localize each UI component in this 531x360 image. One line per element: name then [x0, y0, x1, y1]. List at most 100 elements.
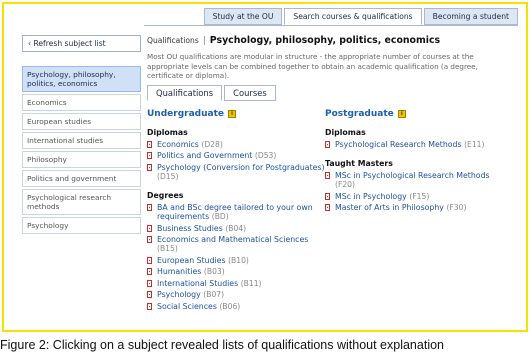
content-tabs: Qualifications Courses: [147, 84, 527, 101]
refresh-subject-list-button[interactable]: ‹ Refresh subject list: [22, 35, 141, 52]
document-icon: [325, 172, 330, 179]
sidebar-item-politics-government[interactable]: Politics and government: [22, 170, 141, 187]
qualification-item: Psychology (B07): [147, 290, 325, 299]
document-icon: [147, 256, 152, 264]
qualification-item: MSc in Psychology (F15): [325, 192, 503, 201]
qualification-code: (F30): [446, 203, 467, 212]
document-icon: [147, 291, 152, 298]
document-icon: [325, 192, 330, 200]
tab-study-at-ou[interactable]: Study at the OU: [203, 8, 283, 25]
subject-sidebar: ‹ Refresh subject list Psychology, philo…: [22, 35, 141, 236]
qualification-code: (B11): [240, 278, 262, 288]
sidebar-item-psychology-philosophy-politics-economics[interactable]: Psychology, philosophy, politics, econom…: [22, 66, 141, 92]
undergraduate-diplomas-heading: Diplomas: [147, 127, 188, 137]
qualification-code: (D53): [254, 151, 277, 160]
qualification-code: (F20): [335, 180, 355, 189]
qualification-code: (B03): [203, 267, 225, 276]
document-icon: [147, 163, 152, 171]
page-title: Psychology, philosophy, politics, econom…: [209, 35, 441, 46]
qualification-link[interactable]: International Studies: [157, 279, 238, 288]
qualification-item: Social Sciences (B06): [147, 302, 325, 311]
sidebar-item-philosophy[interactable]: Philosophy: [22, 151, 141, 168]
qualification-code: (B10): [228, 255, 249, 265]
qualification-link[interactable]: Economics: [157, 140, 199, 149]
qualification-item: International Studies (B11): [147, 279, 325, 288]
qualification-link[interactable]: Humanities: [157, 267, 201, 276]
qualification-code: (D28): [201, 139, 223, 149]
document-icon: [147, 204, 152, 211]
postgraduate-masters-heading: Taught Masters: [325, 159, 393, 168]
document-icon: [147, 140, 152, 148]
qualification-link[interactable]: MSc in Psychological Research Methods: [335, 171, 490, 180]
document-icon: [147, 236, 152, 243]
qualification-item: Psychological Research Methods (E11): [325, 140, 503, 149]
undergraduate-degrees-list: BA and BSc degree tailored to your own r…: [147, 203, 325, 311]
postgraduate-diplomas-list: Psychological Research Methods (E11): [325, 140, 503, 149]
info-icon[interactable]: i: [397, 109, 406, 118]
document-icon: [147, 279, 152, 287]
qualification-code: (B15): [157, 244, 178, 253]
breadcrumb-qualifications[interactable]: Qualifications: [147, 36, 205, 45]
qualification-item: European Studies (B10): [147, 256, 325, 265]
postgraduate-column: Postgraduate i Diplomas Psychological Re…: [325, 109, 503, 314]
qualification-item: Economics and Mathematical Sciences (B15…: [147, 235, 325, 253]
sidebar-item-psychological-research-methods[interactable]: Psychological research methods: [22, 189, 141, 215]
qualification-code: (B06): [219, 301, 241, 311]
main-content: Qualifications Psychology, philosophy, p…: [147, 33, 527, 313]
qualification-item: Politics and Government (D53): [147, 151, 325, 160]
document-icon: [147, 152, 152, 159]
qualification-link[interactable]: Master of Arts in Philosophy: [335, 203, 444, 212]
document-icon: [325, 204, 330, 211]
qualification-item: Psychology (Conversion for Postgraduates…: [147, 163, 325, 181]
top-navigation: Study at the OU Search courses & qualifi…: [202, 8, 518, 25]
qualification-code: (D15): [157, 171, 179, 181]
postgraduate-diplomas-heading: Diplomas: [325, 127, 366, 137]
qualification-link[interactable]: MSc in Psychology: [335, 192, 407, 201]
qualification-code: (B04): [225, 223, 247, 233]
undergraduate-degrees-heading: Degrees: [147, 191, 184, 200]
qualification-code: (B07): [203, 290, 225, 299]
qualification-item: MSc in Psychological Research Methods (F…: [325, 171, 503, 189]
postgraduate-masters-list: MSc in Psychological Research Methods (F…: [325, 171, 503, 212]
qualification-link[interactable]: BA and BSc degree tailored to your own r…: [157, 203, 313, 221]
qualification-link[interactable]: European Studies: [157, 256, 226, 265]
qualification-item: Business Studies (B04): [147, 224, 325, 233]
document-icon: [325, 140, 330, 148]
sidebar-item-economics[interactable]: Economics: [22, 94, 141, 111]
tab-qualifications[interactable]: Qualifications: [147, 84, 223, 101]
qualification-item: Humanities (B03): [147, 267, 325, 276]
top-tab-divider: [144, 25, 518, 26]
sidebar-item-european-studies[interactable]: European studies: [22, 113, 141, 130]
document-icon: [147, 302, 152, 310]
sidebar-item-psychology[interactable]: Psychology: [22, 217, 141, 234]
qualification-code: (E11): [464, 139, 485, 149]
qualification-link[interactable]: Social Sciences: [157, 302, 217, 311]
tab-becoming-student[interactable]: Becoming a student: [423, 8, 518, 25]
undergraduate-column: Undergraduate i Diplomas Economics (D28)…: [147, 109, 325, 314]
breadcrumb: Qualifications Psychology, philosophy, p…: [147, 33, 527, 48]
screenshot-frame: Study at the OU Search courses & qualifi…: [2, 2, 528, 332]
intro-text: Most OU qualifications are modular in st…: [147, 52, 478, 80]
tab-courses[interactable]: Courses: [224, 84, 276, 101]
qualification-item: BA and BSc degree tailored to your own r…: [147, 203, 325, 221]
qualification-link[interactable]: Politics and Government: [157, 151, 252, 160]
qualification-code: (F15): [409, 191, 430, 201]
sidebar-item-international-studies[interactable]: International studies: [22, 132, 141, 149]
info-icon[interactable]: i: [227, 109, 236, 118]
qualification-code: (BD): [211, 212, 229, 221]
tab-search-courses[interactable]: Search courses & qualifications: [284, 8, 422, 25]
undergraduate-heading: Undergraduate i: [147, 109, 325, 119]
document-icon: [147, 268, 152, 275]
qualification-item: Economics (D28): [147, 140, 325, 149]
postgraduate-heading-label: Postgraduate: [325, 108, 394, 119]
qualification-link[interactable]: Psychological Research Methods: [335, 140, 462, 149]
document-icon: [147, 224, 152, 232]
postgraduate-heading: Postgraduate i: [325, 109, 503, 119]
qualification-link[interactable]: Psychology: [157, 290, 201, 299]
qualification-columns: Undergraduate i Diplomas Economics (D28)…: [147, 109, 527, 314]
qualification-link[interactable]: Psychology (Conversion for Postgraduates…: [157, 163, 325, 172]
undergraduate-heading-label: Undergraduate: [147, 108, 224, 119]
qualification-link[interactable]: Economics and Mathematical Sciences: [157, 235, 308, 244]
undergraduate-diplomas-list: Economics (D28) Politics and Government (…: [147, 140, 325, 181]
qualification-link[interactable]: Business Studies: [157, 224, 223, 233]
